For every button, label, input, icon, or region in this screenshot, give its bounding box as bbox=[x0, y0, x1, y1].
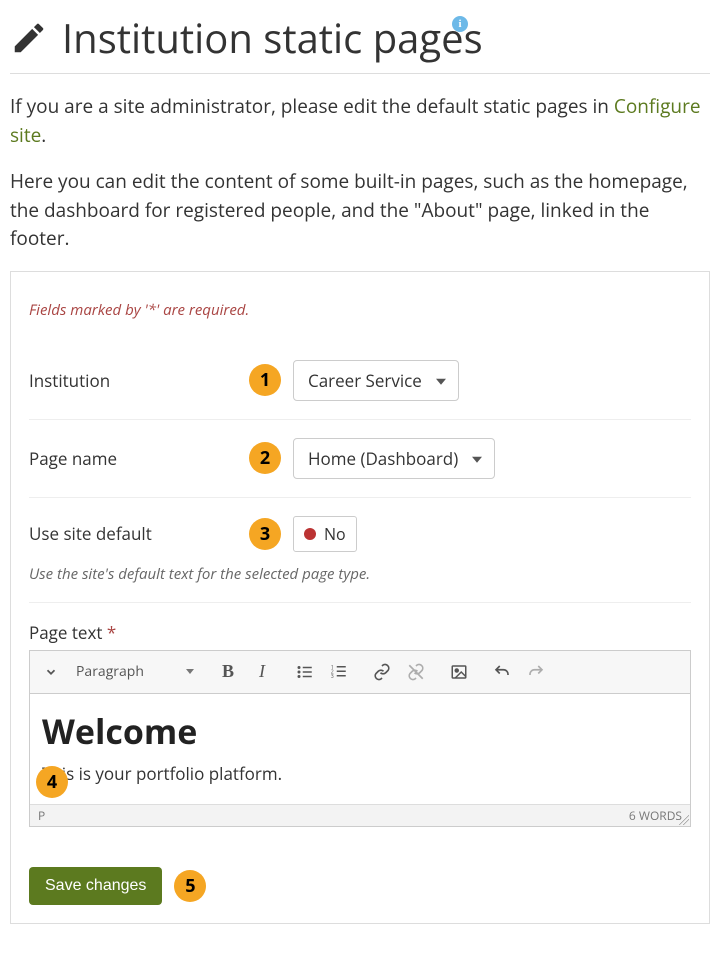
block-format-value: Paragraph bbox=[76, 662, 144, 681]
intro-line2: Here you can edit the content of some bu… bbox=[10, 167, 710, 253]
resize-handle-icon[interactable] bbox=[679, 815, 689, 825]
annotation-badge-4: 4 bbox=[36, 766, 68, 798]
page-title: Institution static pages bbox=[10, 10, 483, 65]
rich-text-editor: Paragraph B I 123 bbox=[29, 650, 691, 827]
editor-toolbar: Paragraph B I 123 bbox=[30, 651, 690, 694]
chevron-down-icon bbox=[472, 457, 482, 463]
required-star: * bbox=[107, 621, 116, 644]
intro-line1b: . bbox=[41, 122, 46, 148]
institution-select-value: Career Service bbox=[308, 369, 422, 392]
editor-heading: Welcome bbox=[42, 708, 678, 754]
annotation-badge-5: 5 bbox=[174, 870, 206, 902]
save-button[interactable]: Save changes bbox=[29, 867, 162, 905]
editor-paragraph: This is your portfolio platform. bbox=[42, 762, 678, 785]
svg-text:3: 3 bbox=[331, 672, 334, 680]
block-format-select[interactable]: Paragraph bbox=[70, 657, 200, 687]
institution-label: Institution bbox=[29, 369, 249, 392]
bullet-list-button[interactable] bbox=[290, 657, 320, 687]
bold-button[interactable]: B bbox=[213, 657, 243, 687]
image-button[interactable] bbox=[444, 657, 474, 687]
intro-text: If you are a site administrator, please … bbox=[10, 92, 710, 253]
editor-path: P bbox=[38, 807, 45, 824]
intro-line1a: If you are a site administrator, please … bbox=[10, 93, 614, 119]
page-title-text: Institution static pages bbox=[62, 10, 483, 65]
page-name-label: Page name bbox=[29, 447, 249, 470]
save-row: Save changes 5 bbox=[29, 867, 691, 905]
annotation-badge-1: 1 bbox=[249, 364, 281, 396]
use-default-toggle[interactable]: No bbox=[293, 516, 357, 552]
required-note: Fields marked by '*' are required. bbox=[29, 300, 691, 320]
form-card: Fields marked by '*' are required. Insti… bbox=[10, 271, 710, 924]
annotation-badge-3: 3 bbox=[249, 518, 281, 550]
info-icon[interactable]: i bbox=[452, 16, 468, 32]
page-name-select-value: Home (Dashboard) bbox=[308, 447, 458, 470]
annotation-badge-2: 2 bbox=[249, 442, 281, 474]
numbered-list-button[interactable]: 123 bbox=[324, 657, 354, 687]
page-name-select[interactable]: Home (Dashboard) bbox=[293, 438, 495, 479]
redo-button[interactable] bbox=[521, 657, 551, 687]
page-text-label: Page text * bbox=[29, 621, 691, 644]
edit-icon bbox=[10, 19, 48, 57]
editor-footer: P 6 WORDS bbox=[30, 804, 690, 826]
page-header: Institution static pages i bbox=[10, 10, 710, 74]
use-default-row: Use site default 3 No bbox=[29, 498, 691, 570]
chevron-down-icon bbox=[436, 379, 446, 385]
chevron-down-icon bbox=[186, 669, 194, 674]
institution-row: Institution 1 Career Service bbox=[29, 342, 691, 420]
toolbar-more-icon[interactable] bbox=[36, 657, 66, 687]
use-default-value: No bbox=[324, 523, 346, 545]
undo-button[interactable] bbox=[487, 657, 517, 687]
editor-word-count: 6 WORDS bbox=[629, 807, 682, 824]
use-default-label: Use site default bbox=[29, 522, 249, 545]
italic-button[interactable]: I bbox=[247, 657, 277, 687]
toggle-off-icon bbox=[304, 528, 316, 540]
page-name-row: Page name 2 Home (Dashboard) bbox=[29, 420, 691, 498]
link-button[interactable] bbox=[367, 657, 397, 687]
institution-select[interactable]: Career Service bbox=[293, 360, 459, 401]
unlink-button[interactable] bbox=[401, 657, 431, 687]
page-text-label-text: Page text bbox=[29, 621, 102, 644]
editor-content[interactable]: Welcome This is your portfolio platform.… bbox=[30, 694, 690, 804]
page-text-section: Page text * Paragraph B I bbox=[29, 621, 691, 827]
